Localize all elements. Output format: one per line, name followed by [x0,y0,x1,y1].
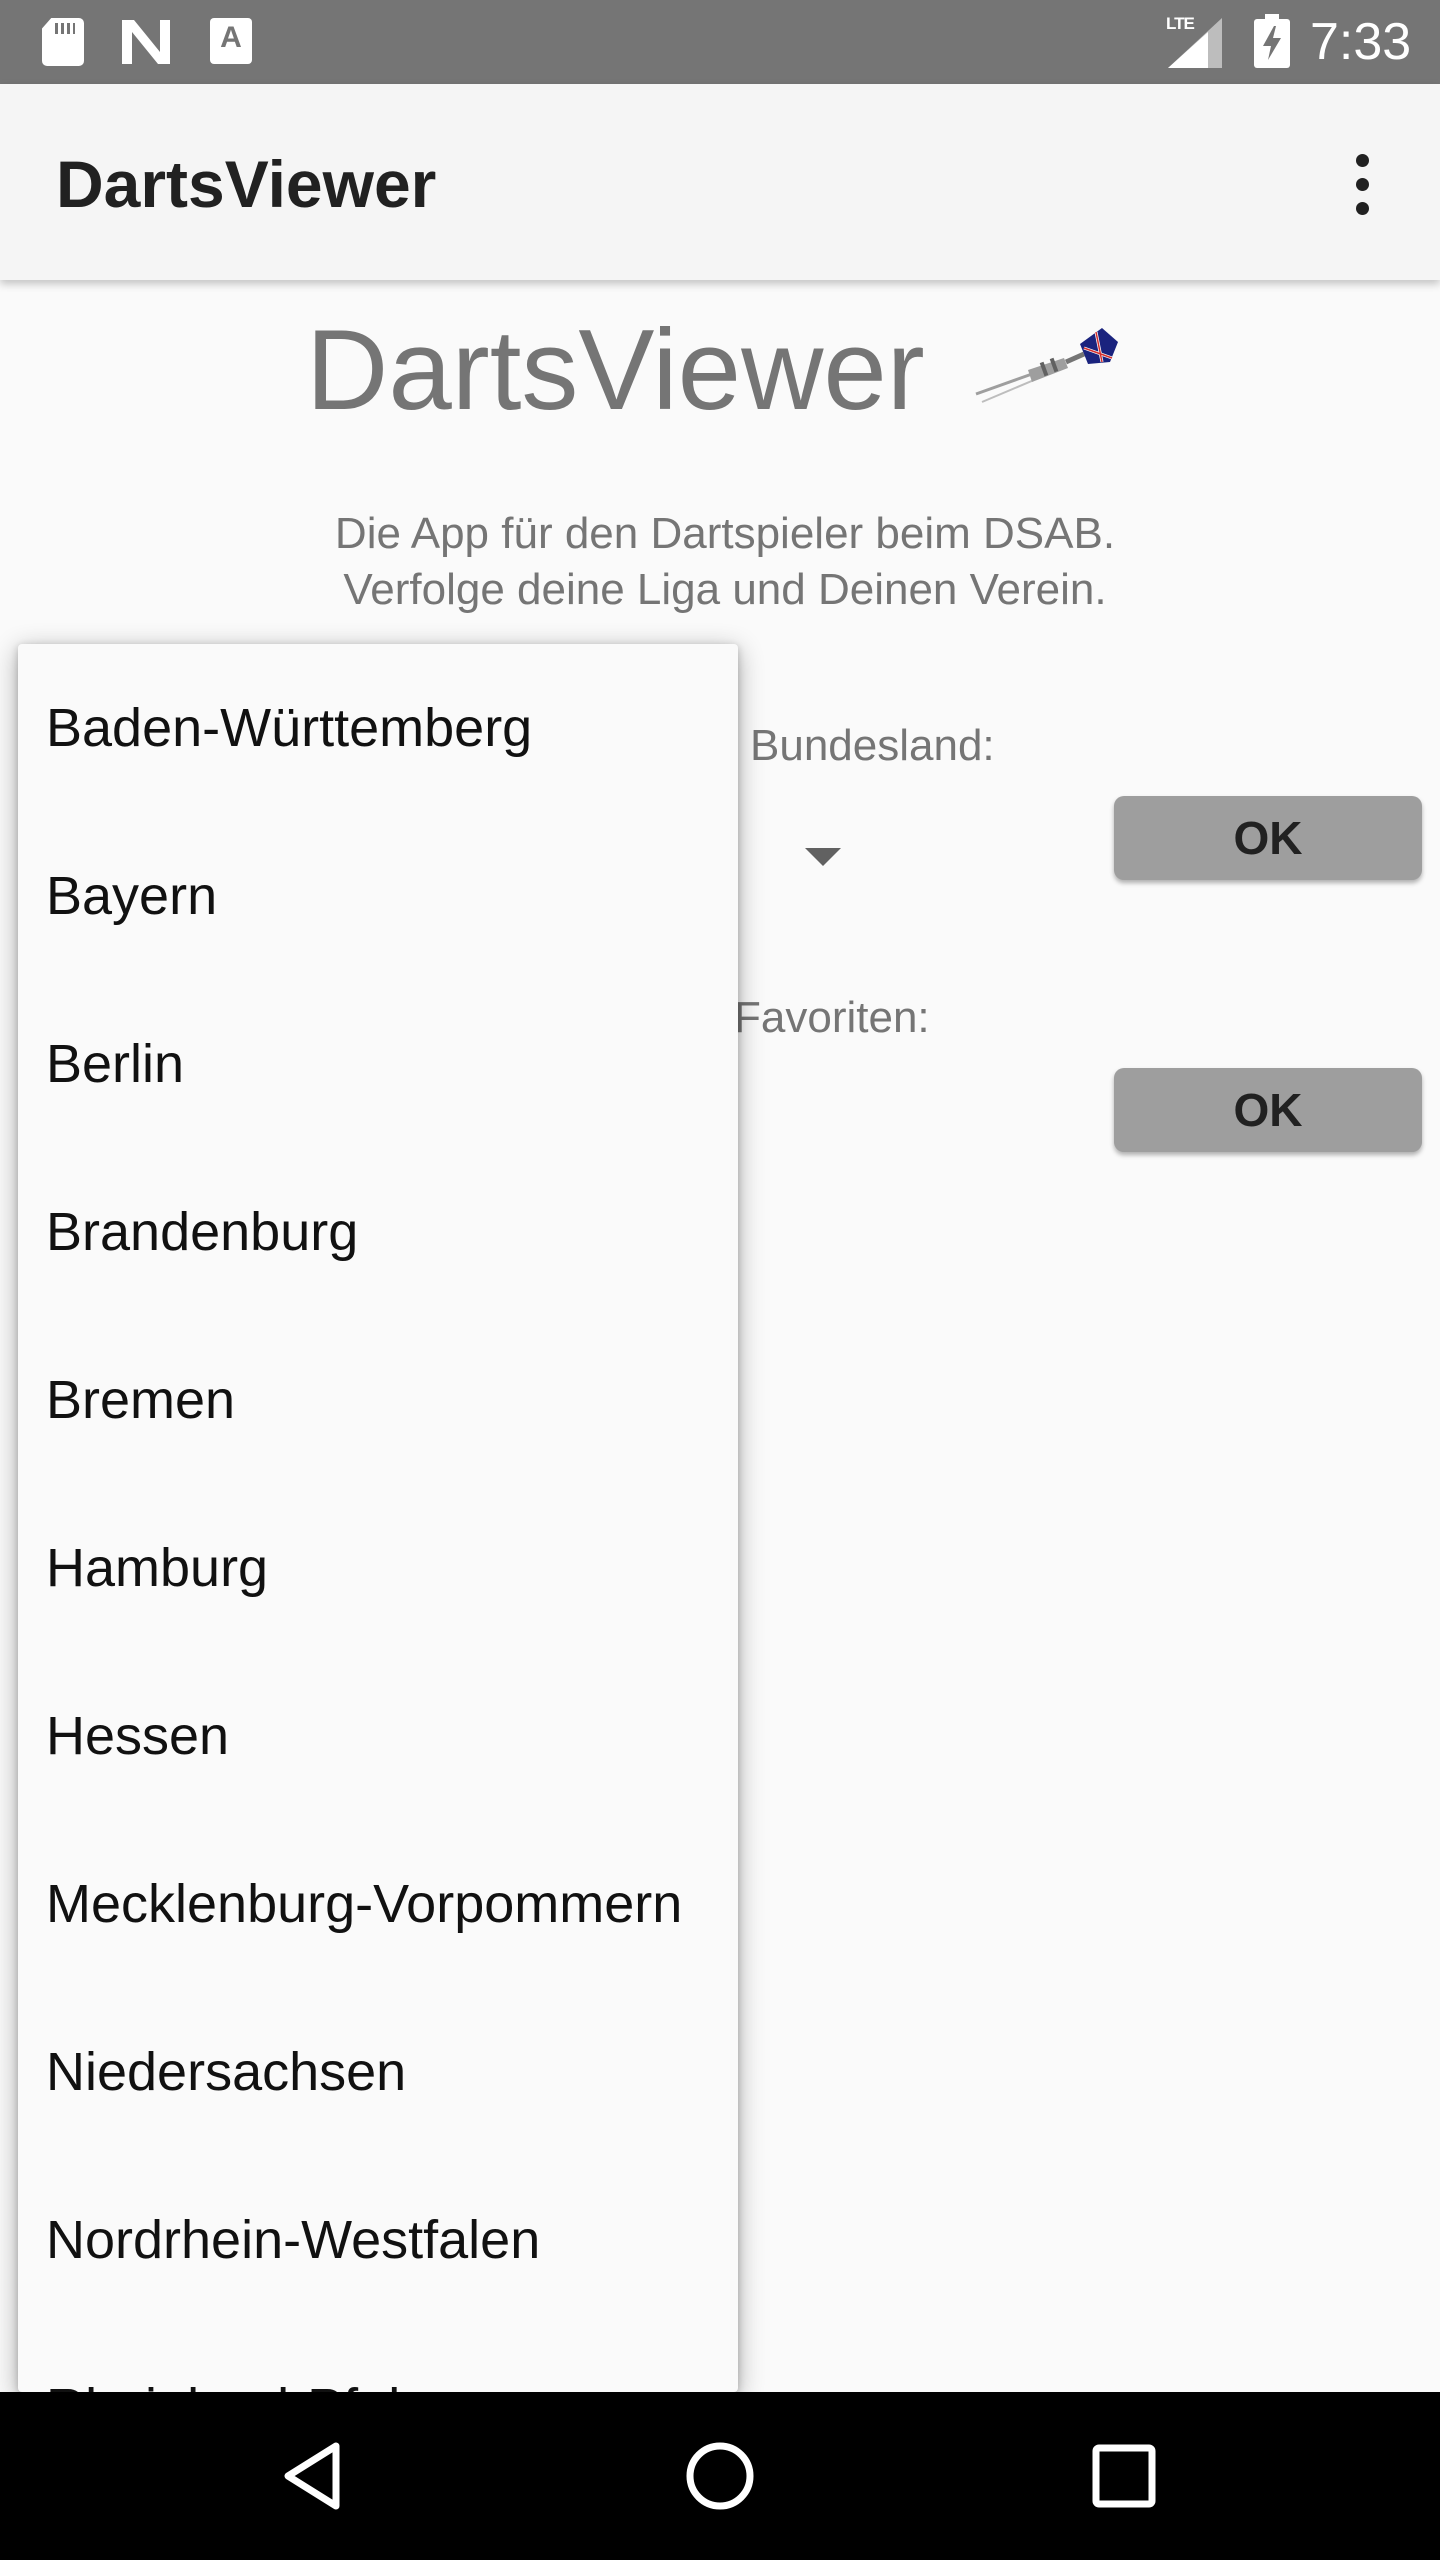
back-icon[interactable] [272,2432,360,2520]
app-title: DartsViewer [56,147,437,221]
dropdown-item-berlin[interactable]: Berlin [18,980,738,1148]
home-icon[interactable] [676,2432,764,2520]
bundesland-label: Bundesland: [750,721,995,770]
sd-card-icon [42,18,84,66]
status-time: 7:33 [1310,13,1412,71]
favoriten-label: Favoriten: [734,993,930,1042]
battery-charging-icon [1254,14,1290,68]
hero-title: DartsViewer [306,307,925,434]
app-bar: DartsViewer [0,84,1440,280]
intro-line-1: Die App für den Dartspieler beim DSAB. [334,509,1116,558]
dart-icon [975,328,1118,403]
bundesland-dropdown[interactable]: Baden-Württemberg Bayern Berlin Brandenb… [18,644,738,2392]
dropdown-item-bayern[interactable]: Bayern [18,812,738,980]
a-notification-icon: A [210,18,252,64]
bundesland-spinner-caret-icon[interactable] [805,848,841,866]
dropdown-item-brandenburg[interactable]: Brandenburg [18,1148,738,1316]
recents-icon[interactable] [1080,2432,1168,2520]
bundesland-ok-button[interactable]: OK [1114,796,1422,880]
overflow-menu-icon[interactable] [1330,142,1394,226]
status-bar: A LTE 7:33 [0,0,1440,84]
dropdown-item-nordrhein-westfalen[interactable]: Nordrhein-Westfalen [18,2156,738,2324]
n-notification-icon [122,20,170,64]
dropdown-item-hessen[interactable]: Hessen [18,1652,738,1820]
favoriten-ok-button[interactable]: OK [1114,1068,1422,1152]
dropdown-item-baden-wuerttemberg[interactable]: Baden-Württemberg [18,644,738,812]
dropdown-item-hamburg[interactable]: Hamburg [18,1484,738,1652]
dropdown-item-rheinland-pfalz[interactable]: Rheinland-Pfalz [18,2324,738,2392]
navigation-bar [0,2392,1440,2560]
dropdown-item-bremen[interactable]: Bremen [18,1316,738,1484]
intro-text: Die App für den Dartspieler beim DSAB. V… [230,506,1220,618]
intro-line-2: Verfolge deine Liga und Deinen Verein. [343,565,1107,614]
lte-signal-icon [1168,18,1222,68]
dropdown-item-niedersachsen[interactable]: Niedersachsen [18,1988,738,2156]
dropdown-item-mecklenburg-vorpommern[interactable]: Mecklenburg-Vorpommern [18,1820,738,1988]
